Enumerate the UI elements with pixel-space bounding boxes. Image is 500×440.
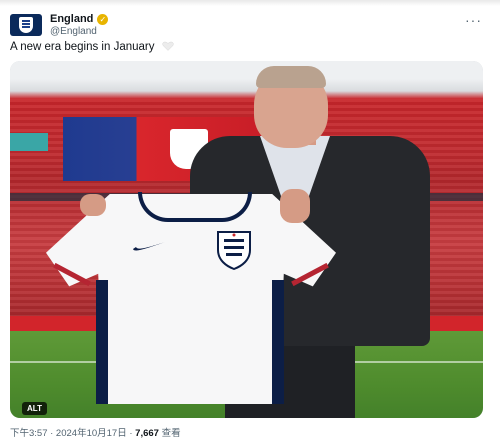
more-options-icon[interactable]: ··· xyxy=(465,12,482,28)
display-name[interactable]: England xyxy=(50,13,93,25)
tweet-text-content: A new era begins in January xyxy=(10,41,155,53)
timestamp[interactable]: 下午3:57 · 2024年10月17日 · xyxy=(10,428,135,439)
tweet-meta: 下午3:57 · 2024年10月17日 · 7,667 查看 xyxy=(10,425,181,439)
jersey-collar xyxy=(138,192,252,222)
person-right-hand xyxy=(280,189,310,223)
teal-sign xyxy=(10,133,48,151)
jersey-side-panel-left xyxy=(96,280,108,404)
england-jersey xyxy=(46,192,336,404)
avatar[interactable] xyxy=(10,14,42,36)
three-lions-crest-icon xyxy=(217,231,251,270)
tweet-text: A new era begins in January xyxy=(10,41,174,53)
tweet-image[interactable] xyxy=(10,61,483,418)
white-heart-icon xyxy=(162,41,174,51)
handle[interactable]: @England xyxy=(50,26,97,37)
views-label: 查看 xyxy=(158,428,181,439)
jersey-side-panel-right xyxy=(272,280,284,404)
jersey-body xyxy=(46,194,336,404)
england-crest-avatar-icon xyxy=(19,17,33,33)
verified-badge-icon[interactable]: ✓ xyxy=(97,13,109,25)
alt-text-button[interactable]: ALT xyxy=(22,402,47,415)
name-row: England ✓ xyxy=(50,13,109,25)
top-fade xyxy=(0,0,500,6)
person-hair xyxy=(256,66,326,88)
tweet-header: England ✓ @England ··· xyxy=(10,12,490,38)
person-left-hand xyxy=(80,194,106,216)
nike-swoosh-icon xyxy=(133,242,165,251)
views-count: 7,667 xyxy=(135,428,159,439)
